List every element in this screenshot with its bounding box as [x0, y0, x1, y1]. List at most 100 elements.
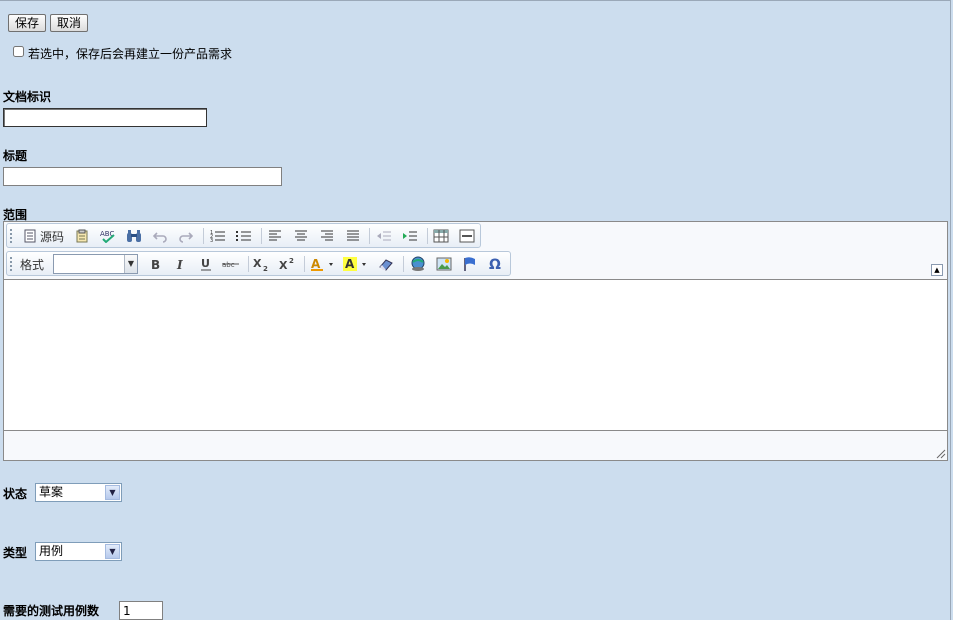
source-icon — [24, 229, 36, 243]
paste-icon — [76, 229, 88, 243]
status-label: 状态 — [3, 487, 28, 501]
svg-text:2: 2 — [263, 265, 268, 271]
toolbar-separator — [369, 228, 370, 244]
strikethrough-icon: abc — [222, 261, 239, 269]
toolbar-collapse-button[interactable]: ▲ — [931, 264, 943, 276]
type-label: 类型 — [3, 546, 28, 560]
svg-text:abc: abc — [222, 261, 235, 269]
indent-button[interactable] — [401, 227, 419, 245]
align-center-icon — [295, 230, 307, 241]
status-select[interactable]: 草案 ▼ — [35, 483, 122, 502]
source-button[interactable]: 源码 — [19, 227, 69, 245]
align-center-button[interactable] — [292, 227, 310, 245]
svg-text:2: 2 — [289, 257, 294, 265]
svg-text:U: U — [201, 257, 210, 270]
image-button[interactable] — [435, 255, 453, 273]
background-color-button[interactable]: A — [343, 255, 369, 273]
undo-button[interactable] — [151, 227, 169, 245]
bullet-list-button[interactable] — [235, 227, 253, 245]
horizontal-rule-button[interactable] — [458, 227, 476, 245]
toolbar-separator — [203, 228, 204, 244]
subscript-button[interactable]: X2 — [253, 255, 271, 273]
spellcheck-button[interactable]: ABC — [99, 227, 117, 245]
strikethrough-button[interactable]: abc — [222, 255, 240, 273]
test-case-count-label: 需要的测试用例数 — [3, 604, 100, 618]
svg-text:Ω: Ω — [489, 257, 501, 271]
find-button[interactable] — [125, 227, 143, 245]
binoculars-icon — [127, 230, 141, 242]
svg-text:B: B — [151, 258, 160, 270]
flag-icon — [464, 257, 475, 271]
status-select-value: 草案 — [39, 485, 64, 499]
italic-icon: I — [176, 258, 183, 270]
numbered-list-icon: 123 — [210, 230, 225, 243]
svg-text:A: A — [345, 257, 355, 271]
svg-text:X: X — [253, 257, 262, 270]
align-left-button[interactable] — [266, 227, 284, 245]
outdent-button[interactable] — [375, 227, 393, 245]
globe-link-icon — [411, 256, 425, 271]
special-char-button[interactable]: Ω — [487, 255, 505, 273]
toolbar-separator — [248, 256, 249, 272]
spellcheck-icon: ABC — [100, 230, 115, 243]
subscript-icon: X2 — [253, 257, 268, 271]
chevron-down-icon: ▼ — [124, 255, 137, 273]
cancel-button[interactable]: 取消 — [50, 14, 88, 32]
outdent-icon — [377, 231, 391, 241]
italic-button[interactable]: I — [171, 255, 189, 273]
svg-text:X: X — [279, 259, 288, 271]
align-left-icon — [269, 230, 281, 241]
toolbar-separator — [304, 256, 305, 272]
editor-content-area[interactable] — [4, 279, 947, 431]
justify-button[interactable] — [344, 227, 362, 245]
toolbar-grip[interactable] — [10, 229, 14, 243]
omega-icon: Ω — [489, 257, 501, 271]
redo-icon — [179, 232, 194, 243]
doc-id-input[interactable] — [3, 108, 207, 127]
format-dropdown[interactable]: ▼ — [53, 254, 138, 274]
svg-text:I: I — [176, 258, 183, 270]
indent-icon — [403, 231, 417, 241]
align-right-button[interactable] — [318, 227, 336, 245]
type-select-value: 用例 — [39, 544, 64, 558]
link-button[interactable] — [409, 255, 427, 273]
horizontal-rule-icon — [459, 229, 475, 243]
justify-icon — [347, 230, 359, 241]
superscript-icon: X2 — [279, 257, 294, 271]
table-icon — [433, 229, 449, 243]
text-color-button[interactable]: A — [310, 255, 336, 273]
underline-icon: U — [201, 257, 211, 271]
editor-toolbar-row-1: 源码 ABC 123 — [6, 223, 481, 248]
redo-button[interactable] — [177, 227, 195, 245]
underline-button[interactable]: U — [197, 255, 215, 273]
toolbar-grip[interactable] — [10, 257, 14, 271]
bullet-list-icon — [236, 231, 251, 241]
table-button[interactable] — [432, 227, 450, 245]
paste-button[interactable] — [73, 227, 91, 245]
undo-icon — [152, 232, 167, 243]
recreate-checkbox[interactable] — [13, 46, 24, 57]
resize-handle-icon[interactable] — [936, 449, 946, 459]
title-input[interactable] — [3, 167, 282, 186]
bold-icon: B — [151, 258, 160, 270]
toolbar-separator — [403, 256, 404, 272]
toolbar-separator — [427, 228, 428, 244]
superscript-button[interactable]: X2 — [279, 255, 297, 273]
image-icon — [436, 257, 452, 271]
editor-toolbar-row-2: 格式 ▼ B I U abc X2 X2 A A Ω — [6, 251, 511, 276]
svg-text:3: 3 — [210, 238, 213, 243]
chevron-down-icon: ▼ — [105, 485, 120, 500]
remove-format-button[interactable] — [377, 255, 395, 273]
save-button[interactable]: 保存 — [8, 14, 46, 32]
anchor-button[interactable] — [461, 255, 479, 273]
chevron-down-icon: ▼ — [105, 544, 120, 559]
doc-id-label: 文档标识 — [3, 90, 52, 104]
numbered-list-button[interactable]: 123 — [209, 227, 227, 245]
source-button-label: 源码 — [39, 229, 64, 244]
text-color-icon: A — [311, 257, 333, 271]
bold-button[interactable]: B — [146, 255, 164, 273]
eraser-icon — [379, 259, 393, 271]
test-case-count-input[interactable] — [119, 601, 163, 620]
type-select[interactable]: 用例 ▼ — [35, 542, 122, 561]
rich-text-editor: 源码 ABC 123 格式 ▼ B I U abc X 2 X 2 A A Ω … — [3, 221, 948, 461]
